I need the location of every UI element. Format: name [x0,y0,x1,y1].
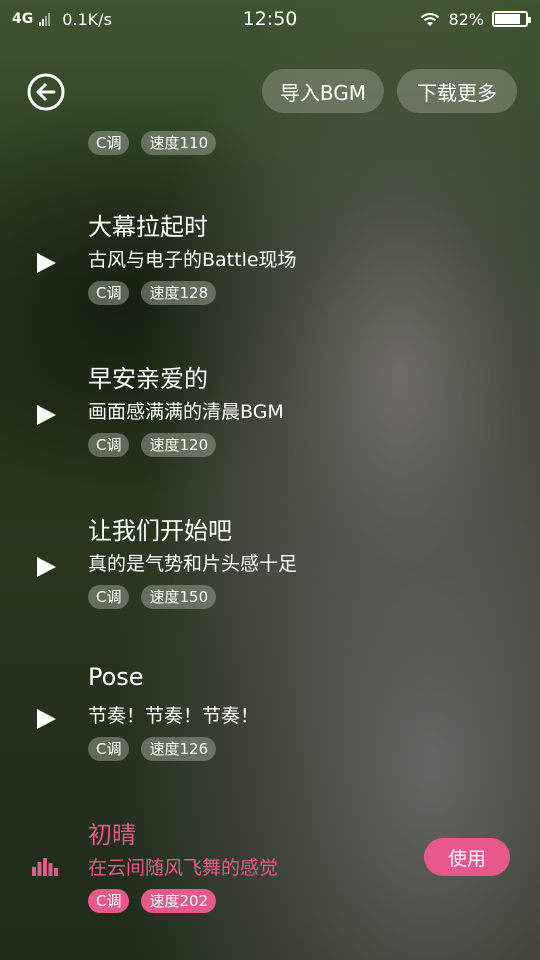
track-tags: C调 速度128 [88,281,217,305]
list-item[interactable]: 让我们开始吧 真的是气势和片头感十足 C调 速度150 [0,505,540,657]
key-tag: C调 [88,131,130,155]
key-tag: C调 [88,737,130,761]
battery-fill [495,14,520,24]
play-icon[interactable] [34,251,58,275]
track-tags: C调 速度120 [88,433,217,457]
speed-tag: 速度110 [141,131,217,155]
key-tag: C调 [88,433,130,457]
use-button[interactable]: 使用 [424,838,510,876]
key-tag: C调 [88,281,130,305]
back-arrow-circle-icon [27,73,65,111]
list-item[interactable]: Pose 节奏！节奏！节奏！ C调 速度126 [0,657,540,809]
track-title: 让我们开始吧 [88,517,232,545]
battery-icon [492,11,531,27]
track-description: 在云间随风飞舞的感觉 [88,857,279,879]
speed-tag: 速度126 [141,737,217,761]
track-description: 古风与电子的Battle现场 [88,249,297,271]
list-item[interactable]: 早安亲爱的 画面感满满的清晨BGM C调 速度120 [0,353,540,505]
speed-tag: 速度150 [141,585,217,609]
network-speed: 0.1K/s [62,9,112,29]
track-title: 大幕拉起时 [88,213,208,241]
track-title: Pose [88,663,144,691]
status-left: 4G 0.1K/s [12,10,212,29]
download-more-button[interactable]: 下载更多 [397,69,517,113]
partial-item-tags: C调 速度110 [88,131,217,155]
back-button[interactable] [26,72,66,112]
track-title: 初晴 [88,821,136,849]
network-type: 4G [12,11,34,27]
status-bar: 4G 0.1K/s 12:50 82% [0,0,540,38]
speed-tag: 速度202 [141,889,217,913]
battery-percent: 82% [448,9,484,29]
key-tag: C调 [88,889,130,913]
track-tags: C调 速度126 [88,737,217,761]
play-icon[interactable] [34,707,58,731]
list-item[interactable]: 大幕拉起时 古风与电子的Battle现场 C调 速度128 [0,201,540,353]
speed-tag: 速度120 [141,433,217,457]
track-title: 早安亲爱的 [88,365,208,393]
key-tag: C调 [88,585,130,609]
list-item-active[interactable]: 初晴 在云间随风飞舞的感觉 C调 速度202 使用 [0,809,540,960]
speed-tag: 速度128 [141,281,217,305]
import-bgm-button[interactable]: 导入BGM [262,69,384,113]
equalizer-icon [32,858,58,876]
track-tags: C调 速度150 [88,585,217,609]
signal-icon [39,12,51,26]
wifi-icon [421,13,440,26]
track-description: 画面感满满的清晨BGM [88,401,284,423]
track-tags: C调 速度202 [88,889,217,913]
status-right: 82% [420,9,531,29]
play-icon[interactable] [34,555,58,579]
track-description: 节奏！节奏！节奏！ [88,705,260,727]
play-icon[interactable] [34,403,58,427]
track-description: 真的是气势和片头感十足 [88,553,298,575]
